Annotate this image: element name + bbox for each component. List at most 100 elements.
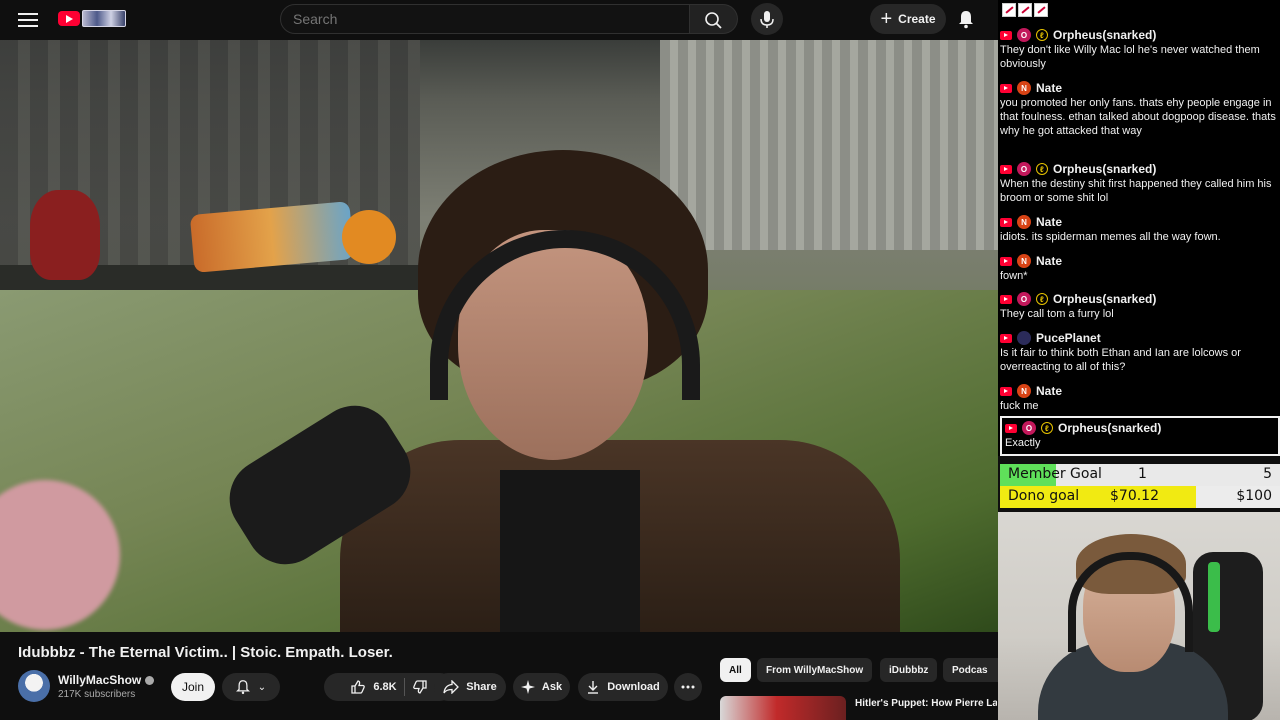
chat-message-header: N Nate [1000,81,1278,95]
search-button[interactable] [690,4,738,34]
donation-goal-current: $70.12 [1110,488,1159,504]
download-label: Download [607,681,660,693]
chat-text: fuck me [1000,400,1039,412]
recommended-video-title[interactable]: Hitler's Puppet: How Pierre Laval Became… [855,697,997,711]
more-horizontal-icon [681,685,695,689]
chat-text: you promoted her only fans. thats ehy pe… [1000,97,1276,137]
chat-message-header: N Nate [1000,215,1278,229]
chat-message: Oℓ Orpheus(snarked) They call tom a furry … [1000,292,1278,321]
chat-author: Orpheus(snarked) [1053,162,1157,176]
avatar: N [1017,215,1031,229]
youtube-icon [1005,423,1017,433]
moderator-badge-icon: ℓ [1036,293,1048,305]
thumbs-down-icon[interactable] [412,679,428,695]
search-icon [705,12,722,29]
sparkle-icon [520,680,535,694]
subscriber-count: 217K subscribers [58,689,136,700]
notifications-bell-icon[interactable] [957,9,975,29]
moderator-badge-icon: ℓ [1036,163,1048,175]
chat-message: N Nate idiots. its spiderman memes all the… [1000,215,1278,244]
recommended-video-thumbnail[interactable] [720,696,846,720]
create-label: Create [898,12,936,26]
chat-message: N Nate you promoted her only fans. thats e… [1000,81,1278,138]
streamer-webcam [998,512,1280,720]
donation-goal-label: Dono goal [1008,488,1080,504]
search-box[interactable] [280,4,690,34]
plus-icon: + [880,8,893,30]
chat-text: They call tom a furry lol [1000,308,1114,320]
orange-ball [342,210,396,264]
create-button[interactable]: + Create [870,4,946,34]
youtube-icon [1000,217,1012,227]
like-count[interactable]: 6.8K [373,681,396,693]
bell-icon [235,680,250,695]
chat-author: Orpheus(snarked) [1053,28,1157,42]
channel-name-text[interactable]: WillyMacShow [58,673,141,687]
chip-from-channel[interactable]: From WillyMacShow [757,658,873,682]
moderator-badge-icon: ℓ [1036,29,1048,41]
channel-name[interactable]: WillyMacShow [58,673,155,687]
chat-author: Nate [1036,215,1063,229]
chat-author: Orpheus(snarked) [1058,421,1162,435]
chip-podcasts[interactable]: Podcas [943,658,998,682]
chat-message-header: Oℓ Orpheus(snarked) [1000,162,1278,176]
chevron-down-icon: ⌄ [257,681,267,693]
chat-text: idiots. its spiderman memes all the way … [1000,231,1221,243]
member-goal-label: Member Goal [1008,466,1102,482]
chip-idubbbz[interactable]: iDubbbz [880,658,938,682]
subscribe-notifications-button[interactable]: ⌄ [222,673,280,701]
search-input[interactable] [281,5,689,33]
youtube-icon [1000,386,1012,396]
youtube-logo[interactable] [58,9,128,29]
avatar: N [1017,81,1031,95]
share-button[interactable]: Share [434,673,506,701]
youtube-icon [1000,30,1012,40]
youtube-icon [1000,333,1012,343]
youtube-icon [1000,83,1012,93]
chat-author: Orpheus(snarked) [1053,292,1157,306]
chat-message-header: Oℓ Orpheus(snarked) [1000,292,1278,306]
chat-message: Oℓ Orpheus(snarked) They don't like Willy … [1000,28,1278,71]
avatar: O [1017,162,1031,176]
chat-message-header: PucePlanet [1000,331,1278,345]
member-goal-target: 5 [1263,466,1272,482]
video-player[interactable] [0,40,998,632]
voice-search-button[interactable] [751,3,783,35]
screen: + Create Idubbbz - The Eternal Victim.. … [0,0,1280,720]
chat-text: They don't like Willy Mac lol he's never… [1000,44,1260,70]
chat-text: When the destiny shit first happened the… [1000,178,1272,204]
avatar: N [1017,384,1031,398]
chat-message: N Nate fown* [1000,254,1278,283]
divider [403,678,405,696]
avatar [1017,331,1031,345]
chat-author: PucePlanet [1036,331,1101,345]
download-icon [588,681,599,694]
chat-author: Nate [1036,254,1063,268]
verified-icon [145,676,155,686]
chat-text: Exactly [1005,437,1041,449]
thumbs-up-icon[interactable] [350,679,366,695]
moderator-badge-icon: ℓ [1041,422,1053,434]
channel-avatar[interactable] [18,670,50,702]
doodle-logo-image [82,10,126,27]
menu-icon[interactable] [18,10,38,28]
chat-message-header: O ℓ Orpheus(snarked) [1005,421,1275,435]
broken-image-icon [1034,3,1048,17]
background-window [660,40,998,250]
donation-goal-bar: Dono goal $70.12 $100 [1000,486,1280,508]
ask-button[interactable]: Ask [513,673,570,701]
chat-message: PucePlanet Is it fair to think both Ethan… [1000,331,1278,374]
person-shirt [500,470,640,632]
youtube-icon [1000,294,1012,304]
share-icon [443,680,460,694]
chat-message-header: N Nate [1000,254,1278,268]
youtube-icon [1000,164,1012,174]
join-button[interactable]: Join [171,673,215,701]
chat-message-highlighted: O ℓ Orpheus(snarked) Exactly [1000,416,1280,456]
chat-message-header: N Nate [1000,384,1278,398]
more-actions-button[interactable] [674,673,702,701]
download-button[interactable]: Download [578,673,668,701]
ask-label: Ask [541,681,563,693]
play-logo-icon [58,11,80,26]
chip-all[interactable]: All [720,658,751,682]
